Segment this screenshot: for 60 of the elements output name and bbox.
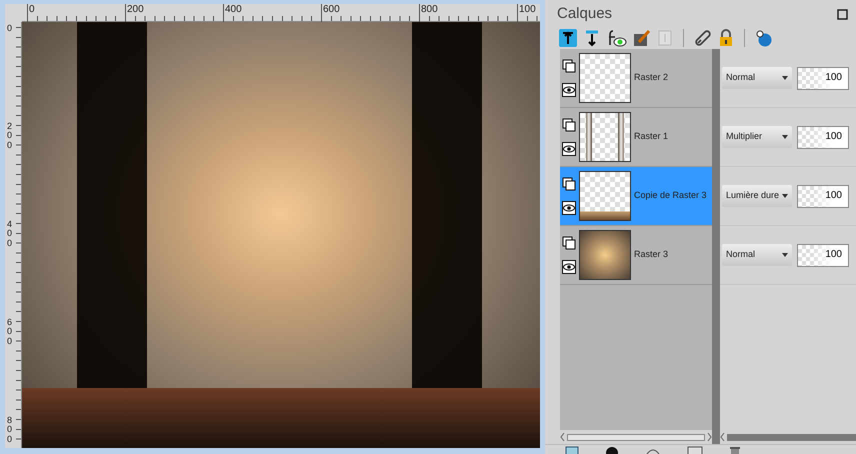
eye-icon[interactable] <box>562 201 576 215</box>
layer-type-icon[interactable] <box>562 118 576 132</box>
opacity-field[interactable]: 100 <box>797 66 849 90</box>
scrollbar[interactable] <box>727 434 856 440</box>
ruler-label: 400 <box>6 220 14 250</box>
ruler-label: 800 <box>419 4 517 22</box>
blend-mode-dropdown[interactable]: Multiplier <box>722 126 792 148</box>
maximize-icon[interactable] <box>837 8 848 20</box>
eye-icon[interactable] <box>562 142 576 156</box>
caret-icon <box>782 253 788 257</box>
layer-name: Raster 3 <box>634 248 668 262</box>
layer-type-icon[interactable] <box>562 59 576 73</box>
layer-thumbnail <box>579 230 631 280</box>
ruler-label: 200 <box>6 122 14 152</box>
scroll-left-icon[interactable] <box>720 433 725 441</box>
opacity-field[interactable]: 100 <box>797 126 849 148</box>
blend-mode-dropdown[interactable]: Normal <box>722 244 792 266</box>
mask-icon[interactable] <box>605 445 619 454</box>
paint-brush-icon[interactable] <box>633 29 651 47</box>
layer-row[interactable]: Raster 1 <box>560 108 712 167</box>
opacity-field[interactable]: 100 <box>797 244 849 266</box>
caret-icon <box>782 76 788 80</box>
layer-type-icon[interactable] <box>562 236 576 250</box>
merge-icon[interactable] <box>687 445 703 454</box>
blend-mode-dropdown[interactable]: Lumière dure <box>722 185 792 207</box>
layer-name: Copie de Raster 3 <box>634 189 707 202</box>
layer-name: Raster 2 <box>634 71 668 84</box>
blend-mode-dropdown[interactable]: Normal <box>722 67 792 89</box>
layer-thumbnail <box>579 53 631 103</box>
move-up-icon[interactable] <box>559 29 577 47</box>
caret-icon <box>782 135 788 139</box>
ruler-label: 800 <box>6 416 14 446</box>
layer-name: Raster 1 <box>634 130 668 144</box>
effects-icon[interactable] <box>607 28 627 48</box>
eye-icon[interactable] <box>562 83 576 97</box>
scrollbar[interactable] <box>567 434 705 440</box>
lock-icon[interactable] <box>718 29 734 47</box>
ruler-label: 400 <box>223 4 321 22</box>
move-down-icon[interactable] <box>583 29 601 47</box>
ruler-label: 0 <box>6 24 14 35</box>
link-icon[interactable] <box>694 29 712 47</box>
scroll-right-icon[interactable] <box>707 433 712 441</box>
layer-row[interactable]: Raster 2 <box>560 49 712 108</box>
new-layer-icon[interactable] <box>565 445 579 454</box>
layer-row[interactable]: Raster 3 <box>560 226 712 285</box>
layer-type-icon[interactable] <box>562 177 576 191</box>
opacity-field[interactable]: 100 <box>797 184 849 208</box>
eye-icon[interactable] <box>562 260 576 274</box>
trash-icon[interactable] <box>729 445 741 454</box>
panel-title: Calques <box>557 4 612 24</box>
ruler-label: 600 <box>321 4 419 22</box>
layer-thumbnail <box>579 112 631 162</box>
mask-icon[interactable] <box>755 29 773 47</box>
caret-icon <box>782 194 788 198</box>
ruler-label: 200 <box>125 4 223 22</box>
layer-row[interactable]: Copie de Raster 3 <box>560 167 712 226</box>
ruler-label: 0 <box>27 4 125 22</box>
scroll-left-icon[interactable] <box>560 433 565 441</box>
layer-thumbnail <box>579 171 631 221</box>
ruler-label: 600 <box>6 318 14 348</box>
